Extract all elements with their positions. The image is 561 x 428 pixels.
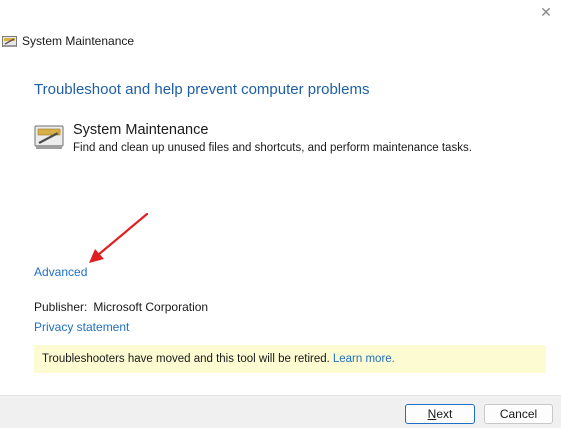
next-label-rest: ext — [436, 407, 453, 421]
page-heading: Troubleshoot and help prevent computer p… — [34, 81, 370, 98]
system-maintenance-icon — [34, 125, 64, 149]
system-maintenance-small-icon — [2, 36, 17, 47]
next-button[interactable]: Next — [405, 404, 475, 424]
advanced-link[interactable]: Advanced — [34, 265, 87, 279]
learn-more-link[interactable]: Learn more. — [333, 353, 395, 365]
publisher-info: Publisher: Microsoft Corporation — [34, 300, 208, 314]
retirement-notice: Troubleshooters have moved and this tool… — [34, 345, 546, 373]
tool-name: System Maintenance — [73, 122, 209, 138]
troubleshooter-window: ✕ System Maintenance Troubleshoot and he… — [0, 0, 561, 428]
close-icon: ✕ — [540, 4, 552, 20]
cancel-button[interactable]: Cancel — [484, 404, 553, 424]
publisher-value: Microsoft Corporation — [93, 300, 209, 314]
tool-description: Find and clean up unused files and short… — [73, 142, 472, 154]
dialog-footer: Next Cancel — [0, 395, 561, 428]
notice-text: Troubleshooters have moved and this tool… — [42, 353, 330, 365]
publisher-label: Publisher: — [34, 300, 88, 314]
red-arrow-annotation — [89, 212, 149, 263]
close-button[interactable]: ✕ — [535, 2, 557, 22]
privacy-statement-link[interactable]: Privacy statement — [34, 320, 129, 334]
window-title: System Maintenance — [22, 34, 135, 48]
